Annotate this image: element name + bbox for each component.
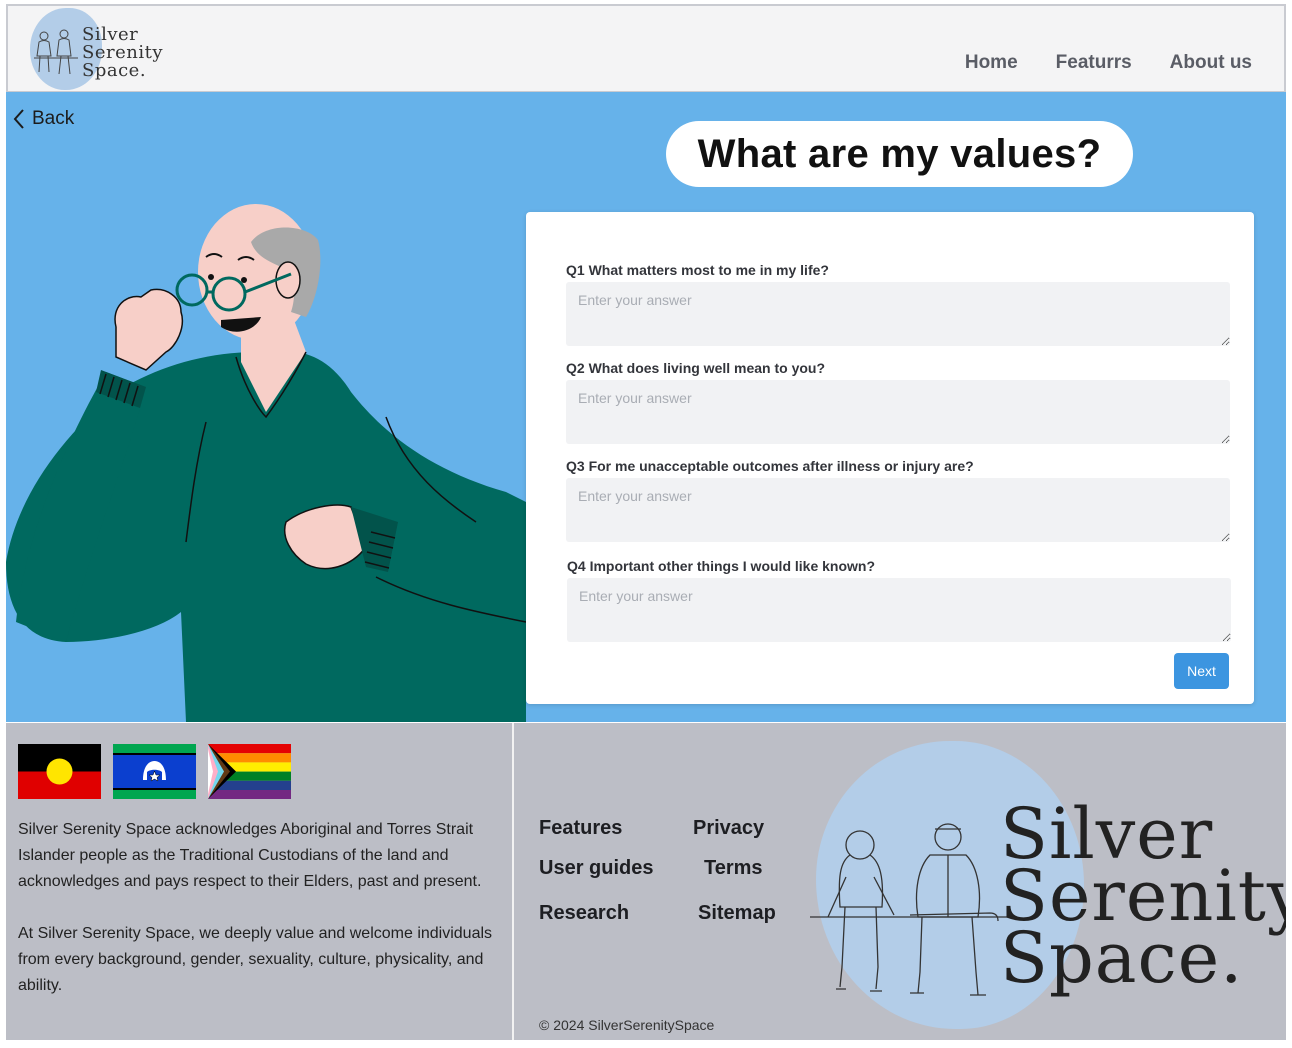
values-hero: Back What are my values? Q1 What matters… (6, 92, 1286, 722)
acknowledgement-text: Silver Serenity Space acknowledges Abori… (18, 817, 518, 999)
page-title: What are my values? (697, 131, 1102, 176)
aboriginal-flag-icon (18, 744, 101, 799)
footer-couple-illustration-icon (810, 823, 1010, 996)
page-title-pill: What are my values? (666, 121, 1133, 187)
question-4-label: Q4 Important other things I would like k… (567, 558, 876, 574)
footer-logo-wordmark: Silver Serenity Space. (1000, 799, 1286, 999)
question-2-label: Q2 What does living well mean to you? (566, 360, 826, 376)
flags-row (18, 744, 291, 799)
values-form: Q1 What matters most to me in my life? Q… (526, 212, 1254, 704)
main-nav: Home Featurrs About us (965, 52, 1252, 74)
footer-divider (512, 723, 514, 1040)
chevron-left-icon (13, 109, 24, 129)
inclusion-statement: At Silver Serenity Space, we deeply valu… (18, 925, 493, 994)
footer-links: Features Privacy User guides Terms Resea… (539, 817, 799, 937)
logo-line: Space. (82, 60, 147, 81)
logo-wordmark: Silver Serenity Space. (82, 26, 163, 80)
back-button[interactable]: Back (12, 108, 74, 130)
nav-about-us[interactable]: About us (1170, 52, 1252, 74)
footer-link-features[interactable]: Features (539, 817, 622, 840)
elderly-man-illustration (6, 204, 527, 722)
back-label: Back (32, 108, 75, 129)
footer-logo-line: Space. (1000, 917, 1244, 999)
footer-link-terms[interactable]: Terms (704, 857, 763, 880)
footer-link-user-guides[interactable]: User guides (539, 857, 653, 880)
nav-features[interactable]: Featurrs (1056, 52, 1132, 74)
question-4-answer[interactable] (567, 578, 1231, 642)
raised-hand-shape (114, 288, 183, 371)
pride-flag-icon (208, 744, 291, 799)
footer-link-research[interactable]: Research (539, 902, 629, 925)
torres-strait-flag-icon (113, 744, 196, 799)
footer-link-sitemap[interactable]: Sitemap (698, 902, 776, 925)
next-button[interactable]: Next (1174, 653, 1229, 689)
question-2-answer[interactable] (566, 380, 1230, 444)
couple-illustration-icon (34, 29, 78, 75)
question-3-answer[interactable] (566, 478, 1230, 542)
question-1-answer[interactable] (566, 282, 1230, 346)
footer-link-privacy[interactable]: Privacy (693, 817, 764, 840)
site-header: Silver Serenity Space. Home Featurrs Abo… (6, 4, 1286, 92)
question-3-label: Q3 For me unacceptable outcomes after il… (566, 458, 974, 474)
site-footer: Silver Serenity Space acknowledges Abori… (6, 723, 1286, 1040)
country-acknowledgement: Silver Serenity Space acknowledges Abori… (18, 821, 482, 890)
copyright-text: © 2024 SilverSerenitySpace (539, 1017, 715, 1033)
footer-logo: Silver Serenity Space. (806, 737, 1286, 1037)
nav-home[interactable]: Home (965, 52, 1018, 74)
site-logo[interactable]: Silver Serenity Space. (26, 6, 176, 94)
question-1-label: Q1 What matters most to me in my life? (566, 262, 829, 278)
